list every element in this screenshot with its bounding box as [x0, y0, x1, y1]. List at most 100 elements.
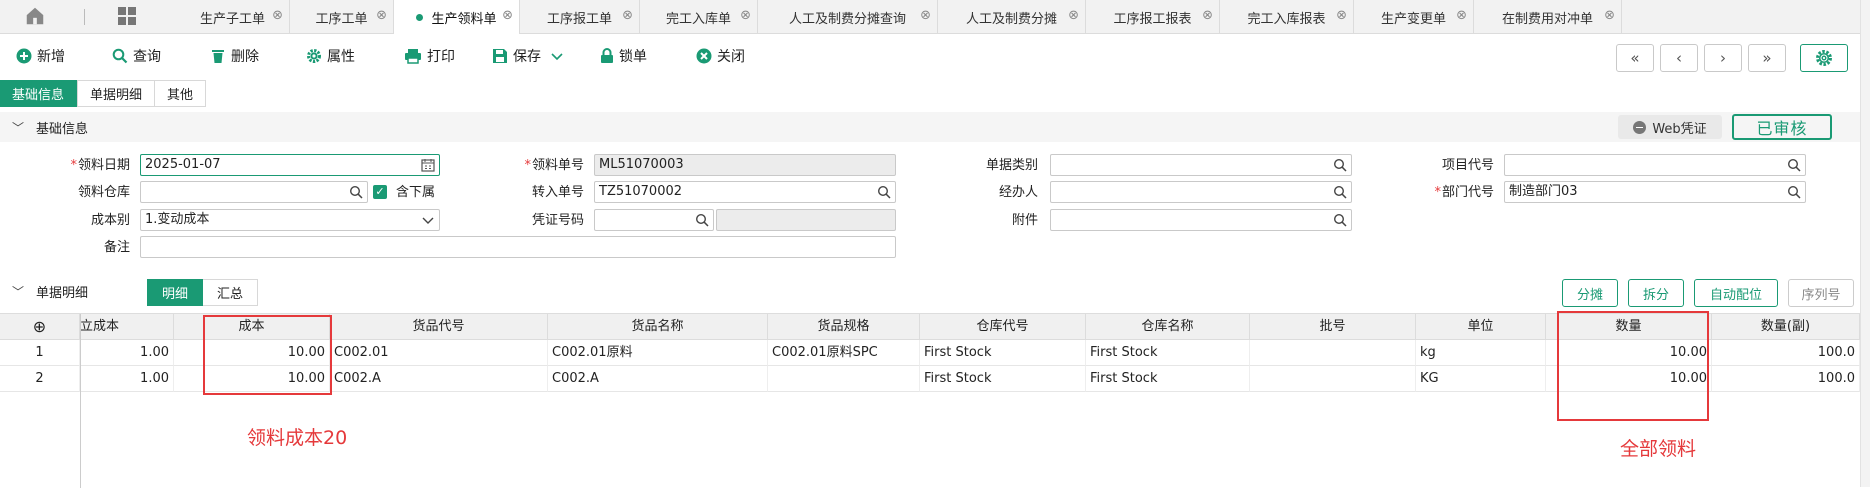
warehouse-field[interactable]	[140, 181, 368, 203]
subtab-other[interactable]: 其他	[155, 80, 207, 107]
table-cell[interactable]: C002.A	[330, 366, 548, 392]
lock-button[interactable]: 锁单	[600, 44, 647, 68]
search-icon[interactable]	[1333, 185, 1347, 199]
table-cell[interactable]: C002.01	[330, 340, 548, 366]
search-icon[interactable]	[1333, 158, 1347, 172]
auto-locate-button[interactable]: 自动配位	[1694, 279, 1778, 307]
table-cell[interactable]	[1250, 340, 1416, 366]
search-icon[interactable]	[1333, 213, 1347, 227]
project-field[interactable]	[1504, 154, 1806, 176]
tab-close-icon[interactable]: ⊗	[376, 8, 387, 23]
calendar-icon[interactable]	[421, 158, 435, 172]
remark-field[interactable]	[140, 236, 896, 258]
table-cell[interactable]: C002.A	[548, 366, 768, 392]
tab-process-order[interactable]: 工序工单 ⊗	[290, 0, 394, 34]
search-icon[interactable]	[349, 185, 363, 199]
subtab-basic-info[interactable]: 基础信息	[0, 80, 78, 107]
collapse-chevron-icon[interactable]: ﹀	[12, 283, 24, 300]
doc-type-field[interactable]	[1050, 154, 1352, 176]
table-cell[interactable]: C002.01原料	[548, 340, 768, 366]
column-header[interactable]: 货品名称	[548, 314, 768, 340]
tab-completion-report[interactable]: 完工入库报表 ⊗	[1220, 0, 1354, 34]
detail-view-button[interactable]: 明细	[147, 279, 204, 306]
summary-view-button[interactable]: 汇总	[203, 279, 259, 306]
column-header[interactable]: 仓库名称	[1086, 314, 1250, 340]
transfer-no-field[interactable]: TZ51070002	[594, 181, 896, 203]
first-record-button[interactable]: «	[1616, 44, 1654, 72]
attachment-field[interactable]	[1050, 209, 1352, 231]
table-cell[interactable]: 1.00	[80, 340, 174, 366]
previous-record-button[interactable]: ‹	[1660, 44, 1698, 72]
cost-type-select[interactable]: 1.变动成本	[140, 209, 440, 231]
next-record-button[interactable]: ›	[1704, 44, 1742, 72]
table-cell[interactable]: First Stock	[1086, 366, 1250, 392]
last-record-button[interactable]: »	[1748, 44, 1786, 72]
table-cell[interactable]	[768, 366, 920, 392]
tab-close-icon[interactable]: ⊗	[1456, 8, 1467, 23]
query-button[interactable]: 查询	[112, 44, 161, 68]
table-cell[interactable]: First Stock	[1086, 340, 1250, 366]
chevron-down-icon[interactable]	[551, 51, 563, 61]
column-header[interactable]: 批号	[1250, 314, 1416, 340]
tab-close-icon[interactable]: ⊗	[622, 8, 633, 23]
serial-number-button[interactable]: 序列号	[1788, 279, 1854, 307]
search-icon[interactable]	[877, 185, 891, 199]
properties-button[interactable]: 属性	[306, 44, 355, 68]
tab-production-change[interactable]: 生产变更单 ⊗	[1354, 0, 1474, 34]
column-header[interactable]: 数量(副)	[1712, 314, 1860, 340]
close-button[interactable]: 关闭	[696, 44, 745, 68]
tab-wip-offset[interactable]: 在制费用对冲单 ⊗	[1474, 0, 1622, 34]
settings-button[interactable]	[1800, 44, 1848, 72]
column-header[interactable]: 立成本	[80, 314, 174, 340]
search-icon[interactable]	[695, 213, 709, 227]
column-header[interactable]: 货品代号	[330, 314, 548, 340]
web-voucher-button[interactable]: Web凭证	[1618, 115, 1722, 139]
tab-close-icon[interactable]: ⊗	[740, 8, 751, 23]
tab-completion-warehousing[interactable]: 完工入库单 ⊗	[640, 0, 758, 34]
include-sub-checkbox[interactable]: ✓	[373, 185, 387, 199]
tab-production-suborder[interactable]: 生产子工单 ⊗	[176, 0, 290, 34]
apps-grid-icon[interactable]	[118, 7, 136, 25]
home-icon[interactable]	[24, 5, 46, 27]
table-cell[interactable]: 100.0	[1712, 340, 1860, 366]
new-button[interactable]: 新增	[16, 44, 65, 68]
tab-material-issue[interactable]: 生产领料单 ⊗	[394, 0, 520, 34]
add-row-icon[interactable]: ⊕	[0, 314, 80, 340]
table-cell[interactable]: 100.0	[1712, 366, 1860, 392]
print-button[interactable]: 打印	[404, 44, 455, 68]
basic-info-header[interactable]: ﹀ 基础信息	[0, 112, 1870, 142]
tab-labor-allocation-query[interactable]: 人工及制费分摊查询 ⊗	[758, 0, 938, 34]
tab-close-icon[interactable]: ⊗	[920, 8, 931, 23]
table-cell[interactable]	[1250, 366, 1416, 392]
subtab-doc-details[interactable]: 单据明细	[77, 80, 156, 107]
table-cell[interactable]: First Stock	[920, 366, 1086, 392]
table-cell[interactable]: 1.00	[80, 366, 174, 392]
handler-field[interactable]	[1050, 181, 1352, 203]
table-cell[interactable]: First Stock	[920, 340, 1086, 366]
tab-process-report-sheet[interactable]: 工序报工报表 ⊗	[1086, 0, 1220, 34]
tab-labor-allocation[interactable]: 人工及制费分摊 ⊗	[938, 0, 1086, 34]
collapse-chevron-icon[interactable]: ﹀	[12, 119, 24, 136]
table-cell[interactable]: C002.01原料SPC	[768, 340, 920, 366]
tab-close-icon[interactable]: ⊗	[1336, 8, 1347, 23]
tab-close-icon[interactable]: ⊗	[1068, 8, 1079, 23]
column-header[interactable]: 仓库代号	[920, 314, 1086, 340]
vertical-scrollbar[interactable]	[1860, 0, 1870, 487]
dept-field[interactable]: 制造部门03	[1504, 181, 1806, 203]
issue-date-field[interactable]: 2025-01-07	[140, 154, 440, 176]
tab-close-icon[interactable]: ⊗	[502, 8, 513, 23]
tab-close-icon[interactable]: ⊗	[272, 8, 283, 23]
delete-button[interactable]: 删除	[210, 44, 259, 68]
allocate-button[interactable]: 分摊	[1562, 279, 1618, 307]
tab-process-report[interactable]: 工序报工单 ⊗	[520, 0, 640, 34]
voucher-no-field[interactable]	[594, 209, 714, 231]
tab-close-icon[interactable]: ⊗	[1202, 8, 1213, 23]
search-icon[interactable]	[1787, 185, 1801, 199]
search-icon[interactable]	[1787, 158, 1801, 172]
column-header[interactable]: 货品规格	[768, 314, 920, 340]
table-cell[interactable]: kg	[1416, 340, 1546, 366]
tab-close-icon[interactable]: ⊗	[1604, 8, 1615, 23]
column-header[interactable]: 单位	[1416, 314, 1546, 340]
split-button[interactable]: 拆分	[1628, 279, 1684, 307]
save-button[interactable]: 保存	[492, 44, 568, 68]
